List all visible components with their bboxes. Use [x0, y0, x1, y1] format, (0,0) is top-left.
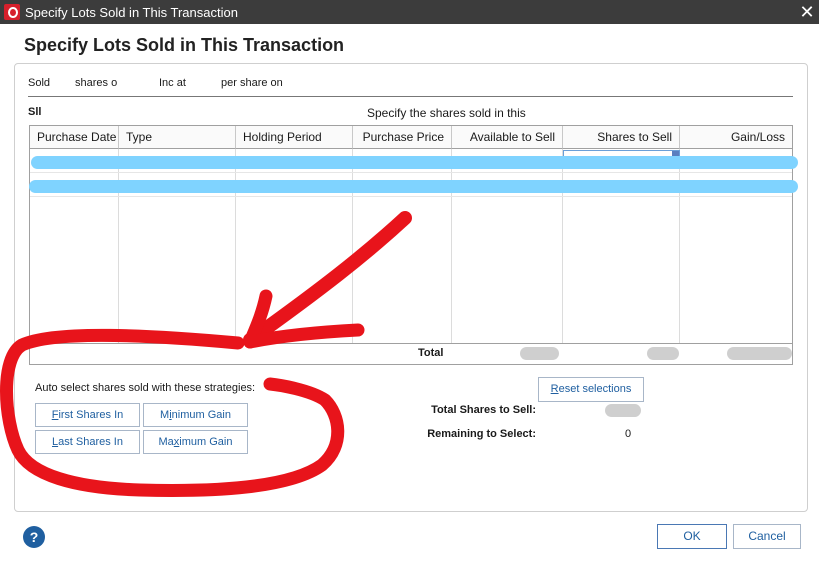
minimum-gain-button[interactable]: Minimum Gain: [143, 403, 248, 427]
total-label: Total: [418, 347, 444, 359]
specify-label: Specify the shares sold in this: [367, 106, 526, 120]
maximum-gain-button[interactable]: Maximum Gain: [143, 430, 248, 454]
col-divider: [562, 149, 563, 343]
minimum-gain-label: nimum Gain: [171, 409, 231, 421]
first-shares-in-button[interactable]: First Shares In: [35, 403, 140, 427]
col-divider: [118, 149, 119, 343]
first-shares-in-label: irst Shares In: [58, 409, 124, 421]
minimum-gain-prefix: M: [160, 409, 170, 421]
row-divider: [30, 172, 792, 173]
redacted-total-gain: [727, 347, 792, 360]
col-divider: [679, 149, 680, 343]
info-inc-at: Inc at: [159, 77, 186, 89]
auto-select-label: Auto select shares sold with these strat…: [35, 382, 256, 394]
col-divider: [451, 149, 452, 343]
maximum-gain-label: imum Gain: [179, 436, 233, 448]
grid-total-row: Total: [30, 343, 792, 364]
last-shares-in-label: ast Shares In: [58, 436, 123, 448]
total-shares-to-sell-label: Total Shares to Sell:: [431, 404, 536, 416]
last-shares-in-button[interactable]: Last Shares In: [35, 430, 140, 454]
redacted-lot-row[interactable]: [29, 180, 798, 193]
dialog-heading: Specify Lots Sold in This Transaction: [24, 35, 345, 55]
info-shares-of: shares o: [75, 77, 118, 89]
info-per-share-on: per share on: [221, 77, 283, 89]
redacted-total-available: [520, 347, 559, 360]
close-icon[interactable]: ✕: [797, 2, 817, 22]
col-purchase-date[interactable]: Purchase Date: [30, 126, 119, 149]
title-bar: Specify Lots Sold in This Transaction ✕: [0, 0, 819, 24]
remaining-to-select-value: 0: [625, 428, 632, 440]
quicken-logo-icon: [4, 4, 20, 20]
transaction-info: Sold shares o Inc at per share on: [28, 77, 793, 97]
redacted-total-shares-to-sell: [605, 404, 641, 417]
col-gain-loss[interactable]: Gain/Loss: [680, 126, 792, 149]
help-icon[interactable]: ?: [23, 526, 45, 548]
info-sold: Sold: [28, 77, 51, 89]
reset-selections-button[interactable]: Reset selections: [538, 377, 644, 402]
col-divider: [352, 149, 353, 343]
col-type[interactable]: Type: [119, 126, 236, 149]
maximum-gain-prefix: Ma: [158, 436, 174, 448]
cancel-button[interactable]: Cancel: [733, 524, 801, 549]
redacted-lot-row[interactable]: [31, 156, 798, 169]
ok-button[interactable]: OK: [657, 524, 727, 549]
window-title: Specify Lots Sold in This Transaction: [25, 5, 238, 20]
redacted-total-shares: [647, 347, 679, 360]
reset-selections-label: eset selections: [558, 383, 632, 395]
col-available-to-sell[interactable]: Available to Sell: [452, 126, 563, 149]
col-divider: [235, 149, 236, 343]
col-holding-period[interactable]: Holding Period: [236, 126, 353, 149]
reset-selections-hotkey: R: [550, 383, 559, 395]
row-divider: [30, 196, 792, 197]
col-shares-to-sell[interactable]: Shares to Sell: [563, 126, 680, 149]
sell-label: Sll: [28, 106, 42, 118]
remaining-to-select-label: Remaining to Select:: [427, 428, 536, 440]
col-purchase-price[interactable]: Purchase Price: [353, 126, 452, 149]
